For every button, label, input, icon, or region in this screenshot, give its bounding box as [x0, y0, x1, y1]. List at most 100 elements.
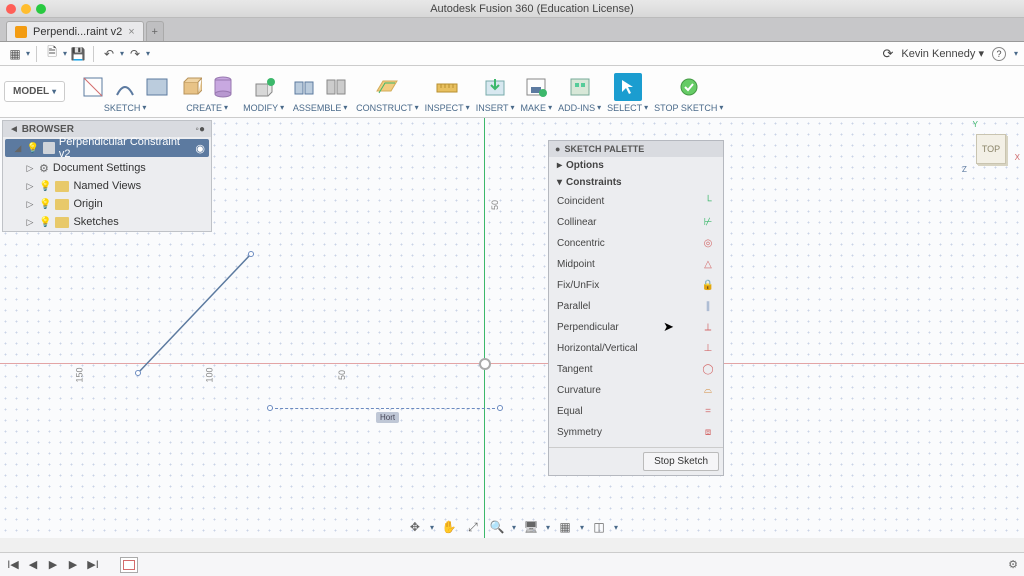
- maximize-window-icon[interactable]: [36, 4, 46, 14]
- ribbon-group-label[interactable]: CREATE ▾: [186, 103, 228, 113]
- file-menu-icon[interactable]: 🗎: [43, 45, 61, 63]
- data-panel-icon[interactable]: ▦: [6, 45, 24, 63]
- chevron-down-icon[interactable]: ▾: [146, 49, 150, 58]
- ribbon-group-label[interactable]: STOP SKETCH ▾: [654, 103, 723, 113]
- viewcube-face[interactable]: TOP: [976, 134, 1006, 164]
- active-radio-icon[interactable]: ◉: [195, 142, 205, 155]
- browser-pin-icon[interactable]: ◦●: [195, 124, 205, 135]
- browser-node[interactable]: ▷💡Named Views: [3, 177, 211, 195]
- palette-section-constraints[interactable]: ▾ Constraints: [549, 174, 723, 191]
- ribbon-group-label[interactable]: MAKE ▾: [521, 103, 553, 113]
- document-tab[interactable]: Perpendi...raint v2 ×: [6, 21, 144, 41]
- plane-icon[interactable]: [373, 73, 401, 101]
- timeline-settings-icon[interactable]: ⚙: [1008, 558, 1018, 571]
- zoom-icon[interactable]: ⤢: [464, 519, 482, 535]
- browser-node[interactable]: ▷⚙Document Settings: [3, 159, 211, 177]
- close-tab-icon[interactable]: ×: [128, 26, 134, 38]
- print3d-icon[interactable]: [522, 73, 550, 101]
- browser-node[interactable]: ▷💡Origin: [3, 195, 211, 213]
- timeline-prev-icon[interactable]: ◀: [26, 558, 40, 571]
- timeline-next-icon[interactable]: ▶: [66, 558, 80, 571]
- constraint-badge[interactable]: Hort: [376, 412, 399, 423]
- constraint-midpoint[interactable]: Midpoint△: [549, 254, 723, 275]
- fit-icon[interactable]: 🔍: [488, 519, 506, 535]
- rectangle-tool-icon[interactable]: [143, 73, 171, 101]
- insert-icon[interactable]: [481, 73, 509, 101]
- viewport-icon[interactable]: ◫: [590, 519, 608, 535]
- addins-icon[interactable]: [566, 73, 594, 101]
- chevron-down-icon[interactable]: ▾: [63, 49, 67, 58]
- job-status-icon[interactable]: ⟳: [883, 46, 894, 62]
- sketch-endpoint[interactable]: [248, 251, 254, 257]
- expand-icon[interactable]: ▷: [25, 163, 35, 174]
- cylinder-icon[interactable]: [209, 73, 237, 101]
- constraint-collinear[interactable]: Collinear⊬: [549, 212, 723, 233]
- expand-icon[interactable]: ▷: [25, 199, 35, 210]
- ribbon-group-label[interactable]: SELECT ▾: [607, 103, 648, 113]
- timeline-start-icon[interactable]: I◀: [6, 558, 20, 571]
- sketch-endpoint[interactable]: [497, 405, 503, 411]
- pan-icon[interactable]: ✋: [440, 519, 458, 535]
- workspace-switcher[interactable]: MODEL▾: [4, 81, 65, 102]
- ribbon-group-label[interactable]: SKETCH ▾: [104, 103, 147, 113]
- new-tab-button[interactable]: +: [146, 21, 164, 41]
- visibility-icon[interactable]: 💡: [39, 181, 51, 192]
- orbit-icon[interactable]: ✥: [406, 519, 424, 535]
- constraint-coincident[interactable]: Coincident└: [549, 191, 723, 212]
- browser-root-node[interactable]: ◢ 💡 Perpendicular Constraint v2 ◉: [5, 139, 209, 157]
- press-pull-icon[interactable]: [250, 73, 278, 101]
- ribbon-group-label[interactable]: INSPECT ▾: [425, 103, 470, 113]
- stop-sketch-icon[interactable]: [675, 73, 703, 101]
- line-tool-icon[interactable]: [111, 73, 139, 101]
- select-icon[interactable]: [614, 73, 642, 101]
- chevron-down-icon[interactable]: ▾: [1014, 49, 1018, 58]
- collapse-icon[interactable]: ◢: [13, 143, 23, 154]
- constraint-curvature[interactable]: Curvature⌓: [549, 380, 723, 401]
- create-sketch-icon[interactable]: [79, 73, 107, 101]
- save-icon[interactable]: 💾: [69, 45, 87, 63]
- ribbon-group-label[interactable]: ADD-INS ▾: [558, 103, 601, 113]
- chevron-down-icon[interactable]: ▾: [120, 49, 124, 58]
- chevron-down-icon[interactable]: ▾: [26, 49, 30, 58]
- visibility-icon[interactable]: 💡: [39, 217, 51, 228]
- palette-header[interactable]: ● SKETCH PALETTE: [549, 141, 723, 157]
- stop-sketch-button[interactable]: Stop Sketch: [643, 452, 719, 471]
- expand-icon[interactable]: ▷: [25, 181, 35, 192]
- timeline-play-icon[interactable]: ▶: [46, 558, 60, 571]
- sketch-line-horizontal[interactable]: [270, 408, 500, 409]
- palette-section-options[interactable]: ▸ Options: [549, 157, 723, 174]
- ribbon-group-label[interactable]: INSERT ▾: [476, 103, 515, 113]
- help-icon[interactable]: ?: [992, 47, 1006, 61]
- browser-node[interactable]: ▷💡Sketches: [3, 213, 211, 231]
- constraint-tangent[interactable]: Tangent◯: [549, 359, 723, 380]
- constraint-parallel[interactable]: Parallel∥: [549, 296, 723, 317]
- expand-icon[interactable]: ▷: [25, 217, 35, 228]
- constraint-fixunfix[interactable]: Fix/UnFix🔒: [549, 275, 723, 296]
- undo-icon[interactable]: ↶: [100, 45, 118, 63]
- grid-icon[interactable]: ▦: [556, 519, 574, 535]
- constraint-symmetry[interactable]: Symmetry⧈: [549, 422, 723, 443]
- sketch-endpoint[interactable]: [135, 370, 141, 376]
- joint-origin-icon[interactable]: [322, 73, 350, 101]
- ribbon-group-label[interactable]: CONSTRUCT ▾: [356, 103, 419, 113]
- visibility-icon[interactable]: 💡: [39, 199, 51, 210]
- user-menu[interactable]: Kevin Kennedy ▾: [901, 47, 984, 60]
- viewcube[interactable]: Y X Z TOP: [968, 126, 1014, 172]
- browser-header[interactable]: ◄ BROWSER ◦●: [3, 121, 211, 137]
- ribbon-group-label[interactable]: MODIFY ▾: [243, 103, 284, 113]
- constraint-equal[interactable]: Equal=: [549, 401, 723, 422]
- redo-icon[interactable]: ↷: [126, 45, 144, 63]
- measure-icon[interactable]: [433, 73, 461, 101]
- constraint-perpendicular[interactable]: Perpendicular⟂: [549, 317, 723, 338]
- sketch-endpoint[interactable]: [267, 405, 273, 411]
- box-icon[interactable]: [177, 73, 205, 101]
- constraint-concentric[interactable]: Concentric◎: [549, 233, 723, 254]
- display-icon[interactable]: 🖥: [522, 519, 540, 535]
- close-window-icon[interactable]: [6, 4, 16, 14]
- joint-icon[interactable]: [290, 73, 318, 101]
- timeline-end-icon[interactable]: ▶I: [86, 558, 100, 571]
- timeline-feature-sketch-icon[interactable]: [120, 557, 138, 573]
- minimize-window-icon[interactable]: [21, 4, 31, 14]
- visibility-icon[interactable]: 💡: [27, 143, 39, 154]
- constraint-horizontalvertical[interactable]: Horizontal/Vertical⊥: [549, 338, 723, 359]
